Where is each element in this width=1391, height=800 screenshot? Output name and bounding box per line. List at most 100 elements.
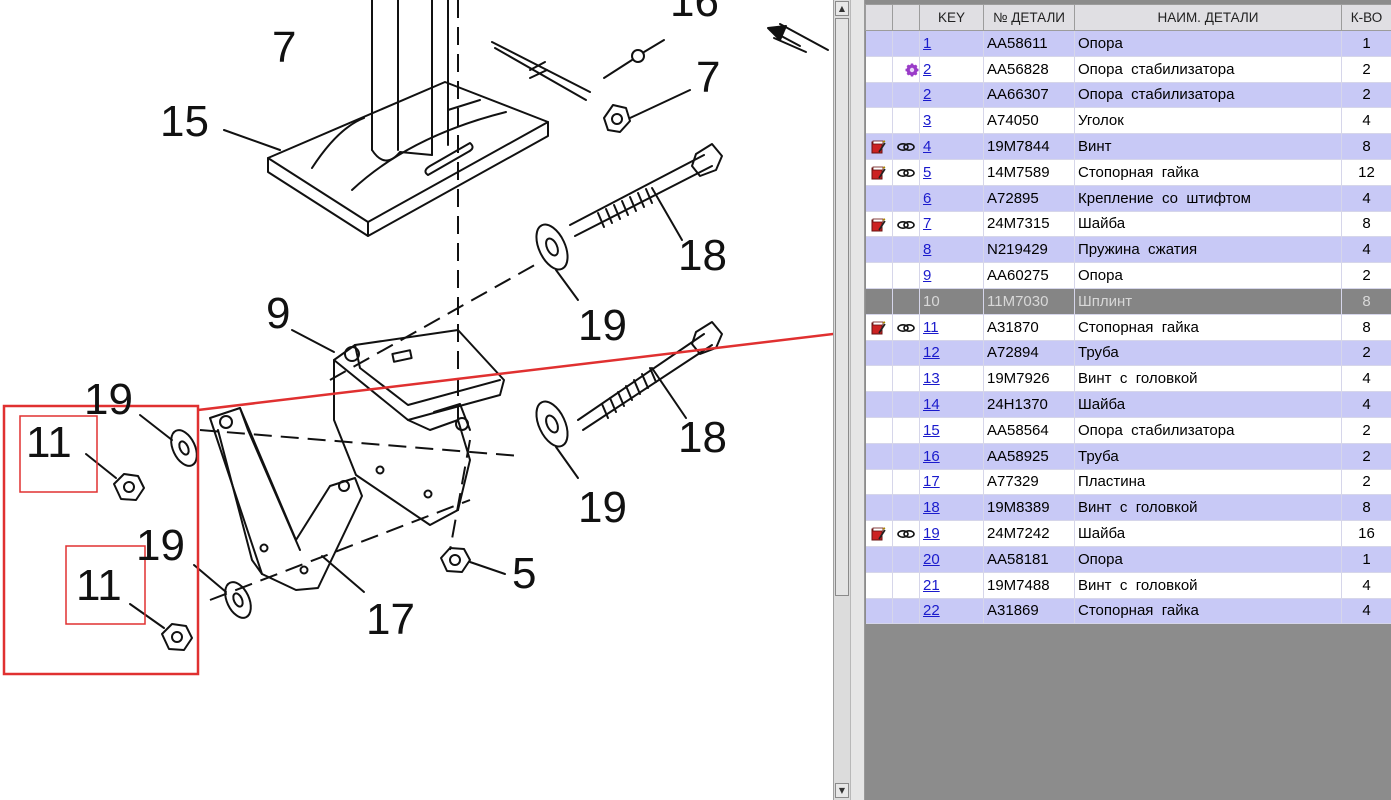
key-cell[interactable]: 22 xyxy=(919,598,984,625)
key-cell[interactable]: 5 xyxy=(919,159,984,186)
key-cell[interactable]: 19 xyxy=(919,520,984,547)
key-link[interactable]: 9 xyxy=(923,267,931,284)
note-cell[interactable] xyxy=(865,211,893,238)
note-cell[interactable] xyxy=(865,133,893,160)
note-cell[interactable] xyxy=(865,469,893,496)
key-link[interactable]: 21 xyxy=(923,577,940,594)
note-icon[interactable] xyxy=(871,138,886,155)
key-link[interactable]: 7 xyxy=(923,215,931,232)
table-row[interactable]: 5 14M7589 Стопорная гайка 12 xyxy=(865,159,1391,186)
key-link[interactable]: 12 xyxy=(923,344,940,361)
key-link[interactable]: 13 xyxy=(923,370,940,387)
key-link[interactable]: 10 xyxy=(923,293,940,310)
scroll-up-button[interactable]: ▲ xyxy=(835,1,849,16)
table-row[interactable]: 17 A77329 Пластина 2 xyxy=(865,469,1391,496)
key-cell[interactable]: 17 xyxy=(919,469,984,496)
link-cell[interactable] xyxy=(892,133,920,160)
table-row[interactable]: 2 AA66307 Опора стабилизатора 2 xyxy=(865,82,1391,109)
key-link[interactable]: 19 xyxy=(923,525,940,542)
table-row[interactable]: 10 11M7030 Шплинт 8 xyxy=(865,288,1391,315)
note-cell[interactable] xyxy=(865,365,893,393)
link-cell[interactable] xyxy=(892,262,920,289)
note-cell[interactable] xyxy=(865,417,893,444)
scroll-down-button[interactable]: ▼ xyxy=(835,783,849,798)
key-link[interactable]: 20 xyxy=(923,551,940,568)
key-cell[interactable]: 2 xyxy=(919,56,984,83)
key-link[interactable]: 4 xyxy=(923,138,931,155)
key-cell[interactable]: 13 xyxy=(919,365,984,393)
key-link[interactable]: 1 xyxy=(923,35,931,52)
link-cell[interactable] xyxy=(892,494,920,522)
key-cell[interactable]: 1 xyxy=(919,30,984,57)
gear-icon[interactable] xyxy=(905,61,919,78)
table-row[interactable]: 18 19M8389 Винт с головкой 8 xyxy=(865,494,1391,522)
link-cell[interactable] xyxy=(892,391,920,418)
note-cell[interactable] xyxy=(865,598,893,625)
note-cell[interactable] xyxy=(865,340,893,367)
table-row[interactable]: 2 AA56828 Опора стабилизатора 2 xyxy=(865,56,1391,83)
table-row[interactable]: 15 AA58564 Опора стабилизатора 2 xyxy=(865,417,1391,444)
key-link[interactable]: 14 xyxy=(923,396,940,413)
link-cell[interactable] xyxy=(892,236,920,264)
table-row[interactable]: 13 19M7926 Винт с головкой 4 xyxy=(865,365,1391,393)
note-cell[interactable] xyxy=(865,30,893,57)
key-cell[interactable]: 16 xyxy=(919,443,984,470)
key-cell[interactable]: 6 xyxy=(919,185,984,212)
diagram-vertical-scrollbar[interactable]: ▲ ▼ xyxy=(833,0,850,800)
note-cell[interactable] xyxy=(865,314,893,341)
note-icon[interactable] xyxy=(871,215,886,232)
key-link[interactable]: 16 xyxy=(923,448,940,465)
table-row[interactable]: 1 AA58611 Опора 1 xyxy=(865,30,1391,57)
pane-splitter[interactable] xyxy=(850,0,865,800)
table-row[interactable]: 19 24M7242 Шайба 16 xyxy=(865,520,1391,547)
key-cell[interactable]: 15 xyxy=(919,417,984,444)
link-cell[interactable] xyxy=(892,159,920,186)
table-row[interactable]: 3 A74050 Уголок 4 xyxy=(865,107,1391,135)
col-header-note[interactable] xyxy=(865,4,893,31)
key-cell[interactable]: 8 xyxy=(919,236,984,264)
table-row[interactable]: 9 AA60275 Опора 2 xyxy=(865,262,1391,289)
note-cell[interactable] xyxy=(865,159,893,186)
key-link[interactable]: 8 xyxy=(923,241,931,258)
note-cell[interactable] xyxy=(865,236,893,264)
key-cell[interactable]: 21 xyxy=(919,572,984,599)
note-cell[interactable] xyxy=(865,494,893,522)
table-row[interactable]: 12 A72894 Труба 2 xyxy=(865,340,1391,367)
link-cell[interactable] xyxy=(892,211,920,238)
link-cell[interactable] xyxy=(892,598,920,625)
key-link[interactable]: 11 xyxy=(923,319,939,336)
link-cell[interactable] xyxy=(892,520,920,547)
table-row[interactable]: 6 A72895 Крепление со штифтом 4 xyxy=(865,185,1391,212)
link-cell[interactable] xyxy=(892,443,920,470)
key-link[interactable]: 17 xyxy=(923,473,940,490)
note-icon[interactable] xyxy=(871,525,886,542)
link-cell[interactable] xyxy=(892,546,920,573)
key-cell[interactable]: 9 xyxy=(919,262,984,289)
key-cell[interactable]: 20 xyxy=(919,546,984,573)
key-link[interactable]: 15 xyxy=(923,422,940,439)
note-icon[interactable] xyxy=(871,319,886,336)
col-header-link[interactable] xyxy=(892,4,920,31)
note-icon[interactable] xyxy=(871,164,886,181)
link-icon[interactable] xyxy=(897,164,915,181)
note-cell[interactable] xyxy=(865,56,893,83)
link-cell[interactable] xyxy=(892,82,920,109)
link-cell[interactable] xyxy=(892,314,920,341)
key-cell[interactable]: 4 xyxy=(919,133,984,160)
link-cell[interactable] xyxy=(892,56,920,83)
link-cell[interactable] xyxy=(892,469,920,496)
note-cell[interactable] xyxy=(865,262,893,289)
key-link[interactable]: 3 xyxy=(923,112,931,129)
table-row[interactable]: 14 24H1370 Шайба 4 xyxy=(865,391,1391,418)
link-cell[interactable] xyxy=(892,340,920,367)
table-row[interactable]: 11 A31870 Стопорная гайка 8 xyxy=(865,314,1391,341)
key-link[interactable]: 5 xyxy=(923,164,931,181)
link-icon[interactable] xyxy=(897,138,915,155)
table-row[interactable]: 20 AA58181 Опора 1 xyxy=(865,546,1391,573)
link-icon[interactable] xyxy=(897,525,915,542)
key-cell[interactable]: 10 xyxy=(919,288,984,315)
scroll-thumb[interactable] xyxy=(835,18,849,596)
note-cell[interactable] xyxy=(865,443,893,470)
col-header-quantity[interactable]: К-ВО xyxy=(1341,4,1391,31)
key-cell[interactable]: 7 xyxy=(919,211,984,238)
